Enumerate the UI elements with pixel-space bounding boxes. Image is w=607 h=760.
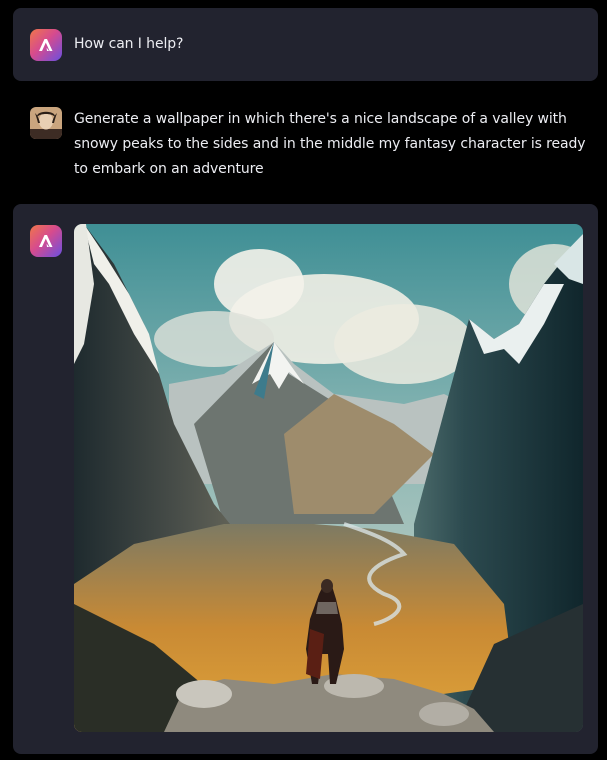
assistant-message-greeting: How can I help? [13,8,598,81]
user-message-prompt: Generate a wallpaper in which there's a … [0,107,607,187]
greeting-text: How can I help? [74,36,184,52]
assistant-logo-icon [30,225,62,257]
user-avatar-icon [30,107,62,139]
assistant-logo-icon [30,29,62,61]
assistant-message-image-reply [13,204,598,754]
prompt-text: Generate a wallpaper in which there's a … [74,111,586,177]
generated-wallpaper-image[interactable] [74,224,583,732]
